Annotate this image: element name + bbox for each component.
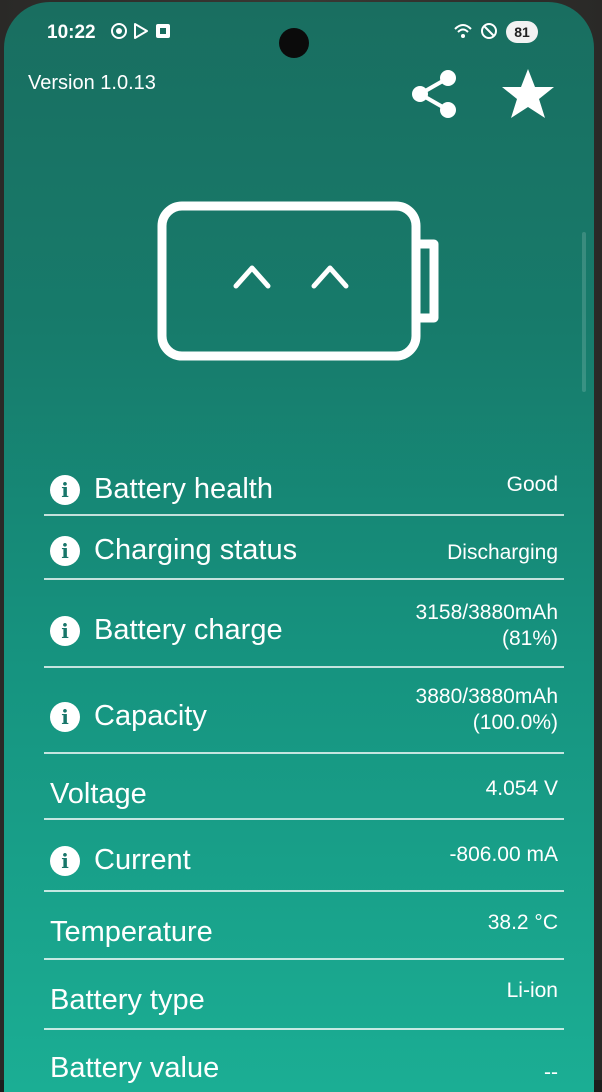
info-icon[interactable]: i [50, 535, 80, 566]
value-line: (100.0%) [472, 711, 558, 734]
row-label: Battery type [50, 984, 205, 1016]
scroll-indicator[interactable] [582, 232, 586, 392]
row-value: -- [544, 1060, 558, 1086]
value-line: -806.00 mA [449, 843, 558, 866]
star-icon[interactable] [498, 66, 558, 122]
row-label: Charging status [94, 534, 298, 566]
row-value: Li-ion [507, 978, 558, 1004]
row-value: 38.2 °C [488, 910, 558, 936]
row-value: Good [507, 472, 558, 498]
info-icon[interactable]: i [50, 701, 80, 732]
row-label: Battery health [94, 473, 273, 505]
row-label: Voltage [50, 778, 147, 810]
row-battery-type[interactable]: Battery type Li-ion [44, 960, 564, 1030]
value-line: 3158/3880mAh [415, 601, 558, 624]
row-voltage[interactable]: Voltage 4.054 V [44, 754, 564, 820]
row-value: -806.00 mA [449, 842, 558, 868]
row-charging-status[interactable]: i Charging status Discharging [44, 516, 564, 580]
play-store-icon [134, 23, 148, 39]
row-battery-health[interactable]: i Battery health Good [44, 464, 564, 516]
value-line: Li-ion [506, 979, 558, 1002]
row-value: 3158/3880mAh (81%) [416, 600, 558, 652]
value-line: 3880/3880mAh [415, 685, 558, 708]
value-line: Good [506, 473, 558, 496]
row-label: Current [94, 844, 191, 876]
status-bar: 10:22 81 [4, 16, 594, 58]
version-label: Version 1.0.13 [28, 72, 156, 94]
info-icon[interactable]: i [50, 615, 80, 646]
row-battery-value[interactable]: Battery value -- [44, 1030, 564, 1092]
battery-info-list: i Battery health Good i Charging status … [44, 464, 564, 1092]
row-value: Discharging [447, 540, 558, 566]
do-not-disturb-icon [481, 23, 497, 39]
row-temperature[interactable]: Temperature 38.2 °C [44, 892, 564, 960]
system-status-icons [452, 22, 498, 40]
row-label: Battery value [50, 1052, 220, 1084]
row-current[interactable]: i Current -806.00 mA [44, 820, 564, 892]
battery-level-badge: 81 [506, 21, 538, 43]
battery-face-icon [157, 201, 439, 361]
row-label: Temperature [50, 916, 213, 948]
value-line: Discharging [447, 541, 558, 564]
value-line: 4.054 V [485, 777, 558, 800]
row-label: Battery charge [94, 614, 283, 646]
row-label: Capacity [94, 700, 207, 732]
value-line: 38.2 °C [487, 911, 558, 934]
row-battery-charge[interactable]: i Battery charge 3158/3880mAh (81%) [44, 580, 564, 668]
row-capacity[interactable]: i Capacity 3880/3880mAh (100.0%) [44, 668, 564, 754]
info-icon[interactable]: i [50, 474, 80, 505]
value-line: (81%) [501, 627, 558, 650]
info-icon[interactable]: i [50, 845, 80, 876]
value-line: -- [544, 1061, 558, 1084]
row-value: 4.054 V [486, 776, 558, 802]
notification-icons [110, 22, 172, 40]
row-value: 3880/3880mAh (100.0%) [416, 684, 558, 736]
wifi-icon [454, 24, 472, 38]
app-notification-icon [156, 24, 170, 38]
share-icon[interactable] [406, 66, 462, 122]
target-icon [111, 23, 127, 39]
app-screen: 10:22 81 Version 1.0.13 i Battery health… [4, 2, 594, 1092]
camera-cutout [279, 28, 309, 58]
status-time: 10:22 [47, 22, 96, 43]
